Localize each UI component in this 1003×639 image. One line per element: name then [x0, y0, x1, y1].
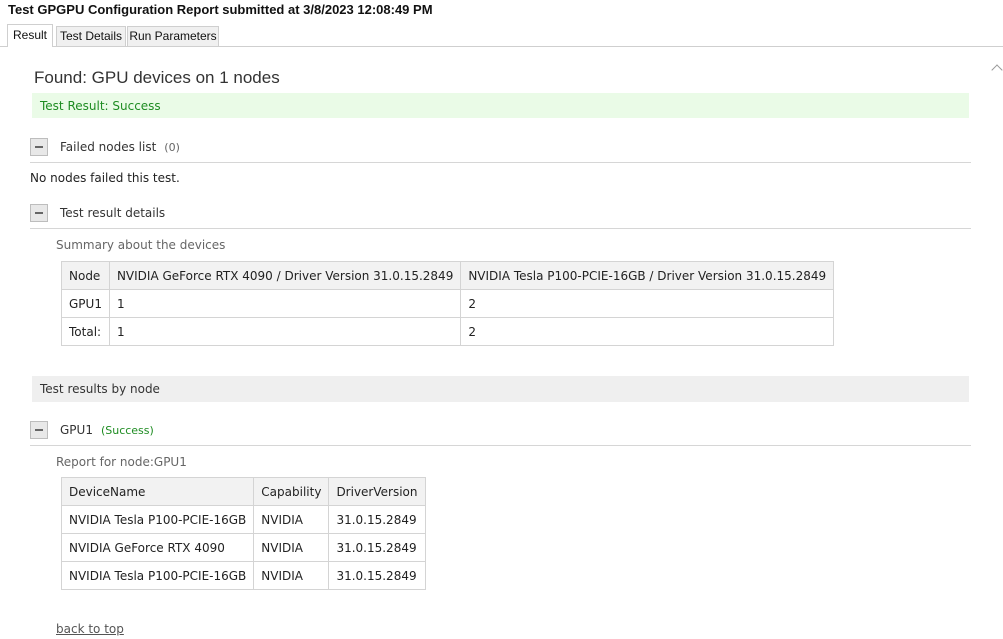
column-header: DeviceName — [60, 477, 255, 506]
tab-bar: Result Test Details Run Parameters — [0, 24, 1003, 47]
node-report-caption: Report for node:GPU1 — [56, 455, 187, 469]
table-cell: NVIDIA — [253, 533, 330, 562]
summary-table: Node NVIDIA GeForce RTX 4090 / Driver Ve… — [61, 261, 835, 346]
table-cell: GPU1 — [61, 289, 110, 318]
collapse-icon[interactable] — [30, 421, 48, 439]
table-cell: NVIDIA GeForce RTX 4090 — [60, 533, 255, 562]
failed-nodes-section-header: Failed nodes list (0) — [30, 138, 971, 163]
page-title: Found: GPU devices on 1 nodes — [34, 68, 280, 87]
window-title: Test GPGPU Configuration Report submitte… — [8, 2, 433, 17]
table-row: Total: 1 2 — [61, 317, 835, 346]
table-cell: 2 — [460, 289, 835, 318]
table-cell: 31.0.15.2849 — [328, 561, 426, 590]
tab-run-parameters[interactable]: Run Parameters — [127, 26, 219, 46]
table-cell: 2 — [460, 317, 835, 346]
node-gpu1-label: GPU1 (Success) — [60, 423, 154, 437]
table-header-row: Node NVIDIA GeForce RTX 4090 / Driver Ve… — [61, 261, 835, 290]
table-cell: 1 — [108, 289, 462, 318]
collapse-icon[interactable] — [30, 204, 48, 222]
collapse-icon[interactable] — [30, 138, 48, 156]
column-header: NVIDIA Tesla P100-PCIE-16GB / Driver Ver… — [460, 261, 835, 290]
scroll-up-icon[interactable] — [991, 64, 1003, 76]
table-row: GPU1 1 2 — [61, 289, 835, 318]
column-header: DriverVersion — [328, 477, 426, 506]
table-cell: Total: — [61, 317, 110, 346]
table-header-row: DeviceName Capability DriverVersion — [60, 477, 426, 506]
table-row: NVIDIA GeForce RTX 4090 NVIDIA 31.0.15.2… — [60, 533, 426, 562]
table-cell: NVIDIA Tesla P100-PCIE-16GB — [60, 561, 255, 590]
table-cell: NVIDIA — [253, 505, 330, 534]
failed-nodes-label: Failed nodes list (0) — [60, 140, 180, 154]
table-row: NVIDIA Tesla P100-PCIE-16GB NVIDIA 31.0.… — [60, 561, 426, 590]
test-result-banner: Test Result: Success — [32, 93, 969, 118]
summary-caption: Summary about the devices — [56, 238, 226, 252]
table-cell: 31.0.15.2849 — [328, 505, 426, 534]
node-gpu1-section-header: GPU1 (Success) — [30, 421, 971, 446]
back-to-top-link[interactable]: back to top — [56, 622, 124, 636]
tab-test-details[interactable]: Test Details — [56, 26, 126, 46]
failed-nodes-title: Failed nodes list — [60, 140, 157, 154]
column-header: Capability — [253, 477, 330, 506]
status-badge: (Success) — [100, 424, 154, 437]
table-cell: NVIDIA — [253, 561, 330, 590]
results-by-node-band: Test results by node — [32, 376, 969, 402]
table-cell: NVIDIA Tesla P100-PCIE-16GB — [60, 505, 255, 534]
table-cell: 31.0.15.2849 — [328, 533, 426, 562]
test-result-details-section-header: Test result details — [30, 204, 971, 229]
column-header: NVIDIA GeForce RTX 4090 / Driver Version… — [108, 261, 462, 290]
table-cell: 1 — [108, 317, 462, 346]
node-name: GPU1 — [60, 423, 93, 437]
column-header: Node — [61, 261, 110, 290]
tab-result[interactable]: Result — [7, 24, 53, 47]
no-failed-nodes-message: No nodes failed this test. — [30, 171, 180, 185]
table-row: NVIDIA Tesla P100-PCIE-16GB NVIDIA 31.0.… — [60, 505, 426, 534]
test-result-details-label: Test result details — [60, 206, 166, 220]
failed-nodes-count: (0) — [164, 141, 180, 154]
node-devices-table: DeviceName Capability DriverVersion NVID… — [60, 477, 426, 590]
